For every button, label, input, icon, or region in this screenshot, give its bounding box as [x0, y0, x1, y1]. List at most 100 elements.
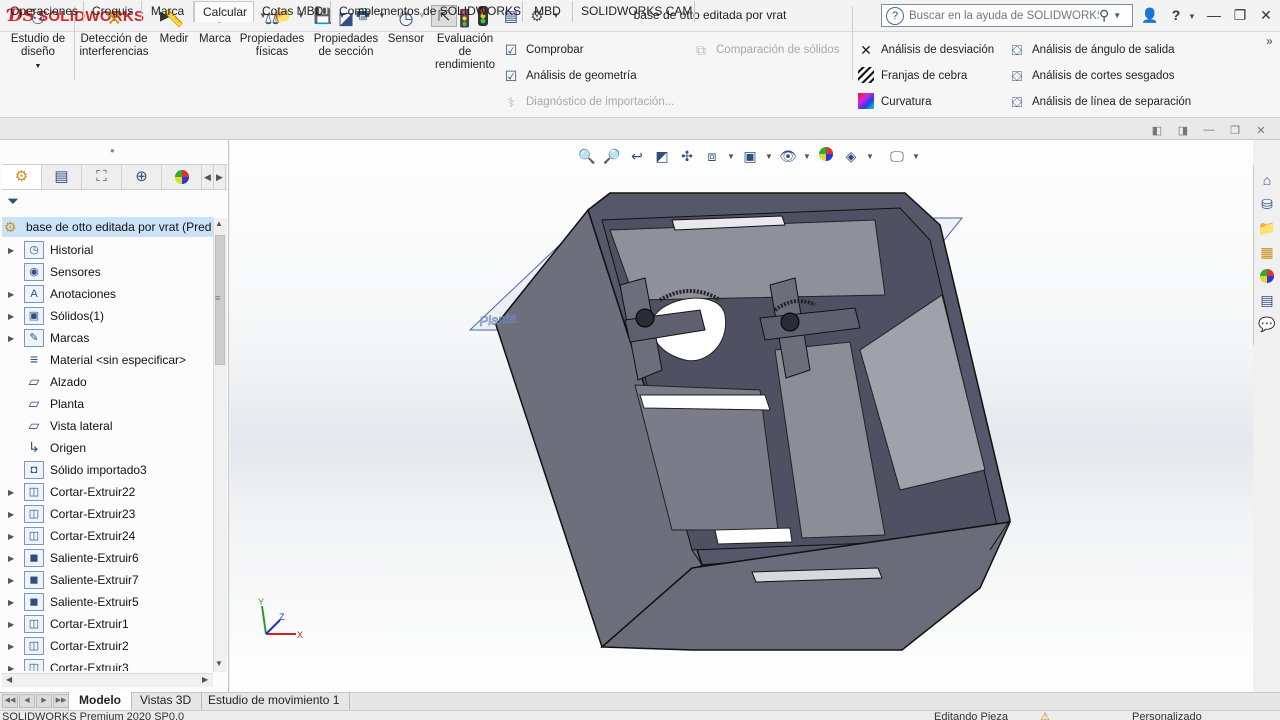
undercut-analysis-button[interactable]: ⛋ Análisis de cortes sesgados: [1008, 66, 1191, 86]
previous-view-icon[interactable]: ↩: [626, 146, 648, 166]
tree-item[interactable]: ▶ ◷ Historial: [0, 239, 213, 261]
expand-arrow-icon[interactable]: ▶: [0, 510, 24, 519]
section-view-icon[interactable]: ◩: [651, 146, 673, 166]
search-dropdown-chevron-icon[interactable]: ▼: [1113, 11, 1121, 20]
solidworks-resources-home-icon[interactable]: ⌂: [1256, 170, 1278, 190]
previous-tab-arrow-icon[interactable]: ◀: [19, 694, 35, 708]
tree-item[interactable]: ▶ ◫ Cortar-Extruir23: [0, 503, 213, 525]
close-window-icon[interactable]: ✕: [1254, 4, 1278, 26]
hide-show-items-eye-icon[interactable]: 👁: [777, 146, 799, 166]
expand-arrow-icon[interactable]: ▶: [0, 576, 24, 585]
configuration-manager-tab-icon[interactable]: ⛶: [82, 165, 122, 189]
design-study-dropdown-chevron-icon[interactable]: ▼: [35, 63, 42, 70]
panel-grip-icon[interactable]: ●: [110, 146, 115, 155]
document-close-icon[interactable]: ✕: [1252, 124, 1270, 140]
expand-arrow-icon[interactable]: ▶: [0, 598, 24, 607]
tab-croquis[interactable]: Croquis: [84, 1, 142, 22]
tree-item[interactable]: ▶ ▣ Sólidos(1): [0, 305, 213, 327]
tab-complementos-de-solidworks[interactable]: Complementos de SOLIDWORKS: [331, 1, 523, 22]
help-icon[interactable]: ?: [1164, 4, 1188, 26]
expand-arrow-icon[interactable]: ▶: [0, 620, 24, 629]
view-settings-monitor-icon[interactable]: 🖵: [886, 146, 908, 166]
help-dropdown-chevron-icon[interactable]: ▼: [1188, 12, 1196, 21]
apply-scene-icon[interactable]: ◈: [840, 146, 862, 166]
design-library-icon[interactable]: ⛁: [1256, 194, 1278, 214]
feature-manager-tab-icon[interactable]: ⚙: [2, 165, 42, 189]
import-diagnostics-button[interactable]: ⚕ Diagnóstico de importación...: [502, 92, 674, 112]
tab-mbd[interactable]: MBD: [523, 1, 573, 22]
zebra-stripes-button[interactable]: Franjas de cebra: [857, 66, 994, 86]
tree-item[interactable]: ▶ A Anotaciones: [0, 283, 213, 305]
draft-analysis-button[interactable]: ⛋ Análisis de ángulo de salida: [1008, 40, 1191, 60]
property-manager-tab-icon[interactable]: ▤: [42, 165, 82, 189]
search-magnifier-icon[interactable]: ⚲: [1099, 7, 1109, 24]
filter-icon[interactable]: ⏷: [7, 193, 19, 210]
tree-item[interactable]: ◉ Sensores: [0, 261, 213, 283]
display-manager-tab-icon[interactable]: [162, 165, 202, 189]
tree-item[interactable]: ↳ Origen: [0, 437, 213, 459]
parting-line-analysis-button[interactable]: ⛋ Análisis de línea de separación: [1008, 92, 1192, 112]
expand-arrow-icon[interactable]: ▶: [0, 532, 24, 541]
tab-operaciones[interactable]: Operaciones: [2, 1, 84, 22]
bottom-tab-vistas-3d[interactable]: Vistas 3D: [130, 692, 203, 710]
help-search-box[interactable]: ? ⚲ ▼: [881, 4, 1133, 27]
curvature-button[interactable]: Curvatura: [857, 92, 994, 112]
minimize-window-icon[interactable]: —: [1202, 4, 1226, 26]
expand-arrow-icon[interactable]: ▶: [0, 664, 24, 672]
tree-item[interactable]: ▶ ◼ Saliente-Extruir5: [0, 591, 213, 613]
help-search-input[interactable]: [909, 9, 1099, 22]
deviation-analysis-button[interactable]: ✕ Análisis de desviación: [857, 40, 994, 60]
tab-marca[interactable]: Marca: [142, 1, 194, 22]
tab-calcular[interactable]: Calcular: [194, 1, 254, 22]
tree-item[interactable]: ◘ Sólido importado3: [0, 459, 213, 481]
tree-item[interactable]: ▶ ✎ Marcas: [0, 327, 213, 349]
tree-item[interactable]: ▱ Planta: [0, 393, 213, 415]
first-tab-arrow-icon[interactable]: ◀◀: [2, 694, 18, 708]
compare-bodies-button[interactable]: ⧉ Comparación de sólidos: [692, 40, 839, 60]
model-view-3d[interactable]: Planta: [430, 170, 1020, 655]
display-style-cube-icon[interactable]: ▣: [739, 146, 761, 166]
edit-appearance-icon[interactable]: [815, 146, 837, 166]
next-document-icon[interactable]: ◨: [1174, 124, 1192, 140]
zoom-to-area-icon[interactable]: 🔎: [601, 146, 623, 166]
forum-chat-icon[interactable]: 💬: [1256, 314, 1278, 334]
tree-item[interactable]: ▱ Alzado: [0, 371, 213, 393]
tree-item[interactable]: ▶ ◫ Cortar-Extruir24: [0, 525, 213, 547]
appearances-scenes-icon[interactable]: [1256, 266, 1278, 286]
tree-item[interactable]: ▶ ◫ Cortar-Extruir22: [0, 481, 213, 503]
file-explorer-folder-icon[interactable]: 📁: [1256, 218, 1278, 238]
tree-item[interactable]: ≡ Material <sin especificar>: [0, 349, 213, 371]
tree-horizontal-scrollbar[interactable]: [2, 673, 213, 687]
tab-cotas-mbd[interactable]: Cotas MBD: [254, 1, 331, 22]
tree-item[interactable]: ▶ ◫ Cortar-Extruir1: [0, 613, 213, 635]
previous-document-icon[interactable]: ◧: [1148, 124, 1166, 140]
last-tab-arrow-icon[interactable]: ▶▶: [53, 694, 69, 708]
rebuild-warning-icon[interactable]: ⚠: [1040, 711, 1050, 720]
expand-arrow-icon[interactable]: ▶: [0, 290, 24, 299]
tab-solidworks-cam[interactable]: SOLIDWORKS CAM: [573, 1, 695, 22]
bottom-tab-modelo[interactable]: Modelo: [68, 692, 132, 710]
expand-arrow-icon[interactable]: ▶: [0, 488, 24, 497]
zoom-to-fit-icon[interactable]: 🔍: [576, 146, 598, 166]
view-settings-dropdown-icon[interactable]: ▼: [911, 152, 921, 161]
view-orientation-icon[interactable]: ⧈: [701, 146, 723, 166]
tree-item[interactable]: ▶ ◼ Saliente-Extruir7: [0, 569, 213, 591]
view-palette-icon[interactable]: ▦: [1256, 242, 1278, 262]
tree-root-part[interactable]: ⚙ base de otto editada por vrat (Pred: [2, 217, 213, 237]
restore-window-icon[interactable]: ❐: [1228, 4, 1252, 26]
user-account-icon[interactable]: 👤: [1138, 4, 1162, 26]
expand-arrow-icon[interactable]: ▶: [0, 312, 24, 321]
hide-show-dropdown-icon[interactable]: ▼: [802, 152, 812, 161]
scroll-right-arrow-icon[interactable]: ▶: [202, 675, 208, 684]
document-minimize-icon[interactable]: —: [1200, 124, 1218, 140]
document-restore-icon[interactable]: ❐: [1226, 124, 1244, 140]
dynamic-annotation-icon[interactable]: ✣: [676, 146, 698, 166]
expand-arrow-icon[interactable]: ▶: [0, 246, 24, 255]
status-units-system[interactable]: Personalizado: [1132, 711, 1202, 720]
check-button[interactable]: ☑ Comprobar: [502, 40, 674, 60]
tree-item[interactable]: ▱ Vista lateral: [0, 415, 213, 437]
scroll-up-arrow-icon[interactable]: ▲: [215, 219, 223, 228]
geometry-analysis-button[interactable]: ☑ Análisis de geometría: [502, 66, 674, 86]
next-tab-arrow-icon[interactable]: ▶: [36, 694, 52, 708]
scroll-down-arrow-icon[interactable]: ▼: [215, 659, 223, 668]
